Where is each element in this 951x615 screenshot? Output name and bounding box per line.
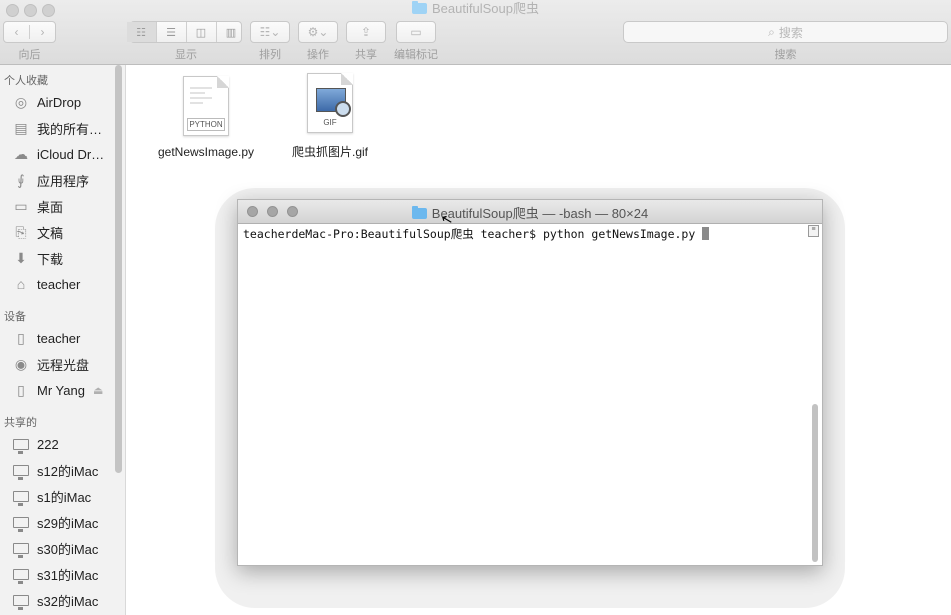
folder-icon — [412, 1, 428, 14]
airdrop-icon: ◎ — [14, 93, 28, 110]
share-icon: ⇪ — [360, 25, 372, 39]
edit-tags-button[interactable]: ▭ — [396, 21, 436, 43]
disk-icon: ▯ — [17, 329, 25, 346]
coverflow-view-icon[interactable]: ▥ — [217, 22, 246, 42]
drive-icon: ▯ — [17, 381, 25, 398]
sidebar-item-shared-222[interactable]: 222 — [11, 433, 123, 455]
sidebar-item-documents[interactable]: ⎘ 文稿 — [11, 221, 123, 243]
desktop-icon: ▭ — [14, 197, 28, 214]
action-label: 操作 — [307, 49, 329, 61]
search-label: 搜索 — [774, 49, 797, 61]
action-button[interactable]: ⚙⌄ — [298, 21, 338, 43]
folder-icon — [411, 206, 427, 219]
arrange-label: 排列 — [259, 49, 281, 61]
finder-toolbar: BeautifulSoup爬虫 ‹ › 向后 ☷ ☰ ◫ ▥ 显示 ☷⌄ 排列 … — [0, 0, 951, 65]
share-button[interactable]: ⇪ — [346, 21, 386, 43]
favorites-header: 个人收藏 — [4, 75, 48, 87]
sidebar-item-mr-yang[interactable]: ▯ Mr Yang ⏏ — [11, 379, 123, 401]
icon-view-icon[interactable]: ☷ — [126, 22, 157, 42]
all-files-icon: ▤ — [14, 119, 28, 136]
file-gif-image[interactable]: GIF 爬虫抓图片.gif — [280, 73, 380, 160]
finder-sidebar: 个人收藏 ◎ AirDrop ▤ 我的所有… ☁ iCloud Dr… ⨚ 应用程序 ▭… — [0, 65, 126, 615]
terminal-titlebar[interactable]: BeautifulSoup爬虫 — -bash — 80×24 — [238, 200, 822, 224]
terminal-output[interactable]: teacherdeMac-Pro:BeautifulSoup爬虫 teacher… — [243, 226, 806, 242]
computer-icon — [11, 539, 31, 558]
terminal-window[interactable]: BeautifulSoup爬虫 — -bash — 80×24 teacherd… — [237, 199, 823, 566]
forward-icon[interactable]: › — [30, 25, 55, 39]
terminal-scrollbar[interactable] — [812, 404, 818, 562]
sidebar-item-icloud[interactable]: ☁ iCloud Dr… — [11, 143, 123, 165]
view-label: 显示 — [175, 49, 197, 61]
home-icon: ⌂ — [16, 276, 26, 292]
download-icon: ⬇ — [15, 249, 27, 266]
sidebar-item-airdrop[interactable]: ◎ AirDrop — [11, 91, 123, 113]
back-forward-buttons[interactable]: ‹ › — [3, 21, 56, 43]
sidebar-item-downloads[interactable]: ⬇ 下载 — [11, 247, 123, 269]
column-view-icon[interactable]: ◫ — [187, 22, 217, 42]
sidebar-item-applications[interactable]: ⨚ 应用程序 — [11, 169, 123, 191]
arrange-button[interactable]: ☷⌄ — [250, 21, 290, 43]
python-file-icon: PYTHON — [183, 76, 229, 136]
sidebar-item-all-files[interactable]: ▤ 我的所有… — [11, 117, 123, 139]
applications-icon: ⨚ — [17, 171, 25, 188]
shared-header: 共享的 — [4, 417, 37, 429]
cloud-icon: ☁ — [14, 145, 28, 162]
computer-icon — [11, 487, 31, 506]
search-input[interactable]: ⌕ 搜索 — [623, 21, 948, 43]
file-name: getNewsImage.py — [157, 145, 255, 159]
sidebar-item-home[interactable]: ⌂ teacher — [11, 273, 123, 295]
command-line: teacherdeMac-Pro:BeautifulSoup爬虫 teacher… — [243, 227, 703, 241]
sidebar-item-shared-s31[interactable]: s31的iMac — [11, 563, 123, 585]
tag-icon: ▭ — [410, 25, 422, 39]
eject-icon[interactable]: ⏏ — [93, 384, 103, 397]
sidebar-item-shared-s30[interactable]: s30的iMac — [11, 537, 123, 559]
gif-file-icon: GIF — [307, 73, 353, 133]
search-icon: ⌕ — [768, 24, 775, 39]
sidebar-item-shared-s12[interactable]: s12的iMac — [11, 459, 123, 481]
computer-icon — [11, 435, 31, 454]
optical-disc-icon: ◉ — [14, 355, 28, 372]
sidebar-item-shared-s1[interactable]: s1的iMac — [11, 485, 123, 507]
list-view-icon[interactable]: ☰ — [157, 22, 187, 42]
finder-window-title: BeautifulSoup爬虫 — [0, 1, 951, 17]
sidebar-item-shared-s29[interactable]: s29的iMac — [11, 511, 123, 533]
arrange-icon: ☷⌄ — [259, 25, 281, 39]
sidebar-item-desktop[interactable]: ▭ 桌面 — [11, 195, 123, 217]
sidebar-item-device-teacher[interactable]: ▯ teacher — [11, 327, 123, 349]
image-preview-icon — [316, 88, 351, 117]
gear-icon: ⚙⌄ — [307, 25, 329, 39]
terminal-title: BeautifulSoup爬虫 — -bash — 80×24 — [238, 203, 822, 222]
sidebar-item-remote-disc[interactable]: ◉ 远程光盘 — [11, 353, 123, 375]
computer-icon — [11, 565, 31, 584]
back-icon[interactable]: ‹ — [4, 25, 30, 39]
devices-header: 设备 — [4, 311, 26, 323]
scroll-marks-icon[interactable]: ≡ — [808, 225, 819, 237]
share-label: 共享 — [355, 49, 377, 61]
file-name: 爬虫抓图片.gif — [291, 145, 368, 159]
computer-icon — [11, 461, 31, 480]
text-cursor — [702, 227, 710, 240]
sidebar-item-shared-s32[interactable]: s32的iMac — [11, 589, 123, 611]
back-label: 向后 — [18, 49, 41, 61]
documents-icon: ⎘ — [15, 223, 27, 240]
computer-icon — [11, 591, 31, 610]
view-mode-group[interactable]: ☷ ☰ ◫ ▥ — [126, 21, 242, 43]
edit-tags-label: 编辑标记 — [394, 49, 438, 61]
file-python-script[interactable]: PYTHON getNewsImage.py — [150, 76, 262, 159]
computer-icon — [11, 513, 31, 532]
